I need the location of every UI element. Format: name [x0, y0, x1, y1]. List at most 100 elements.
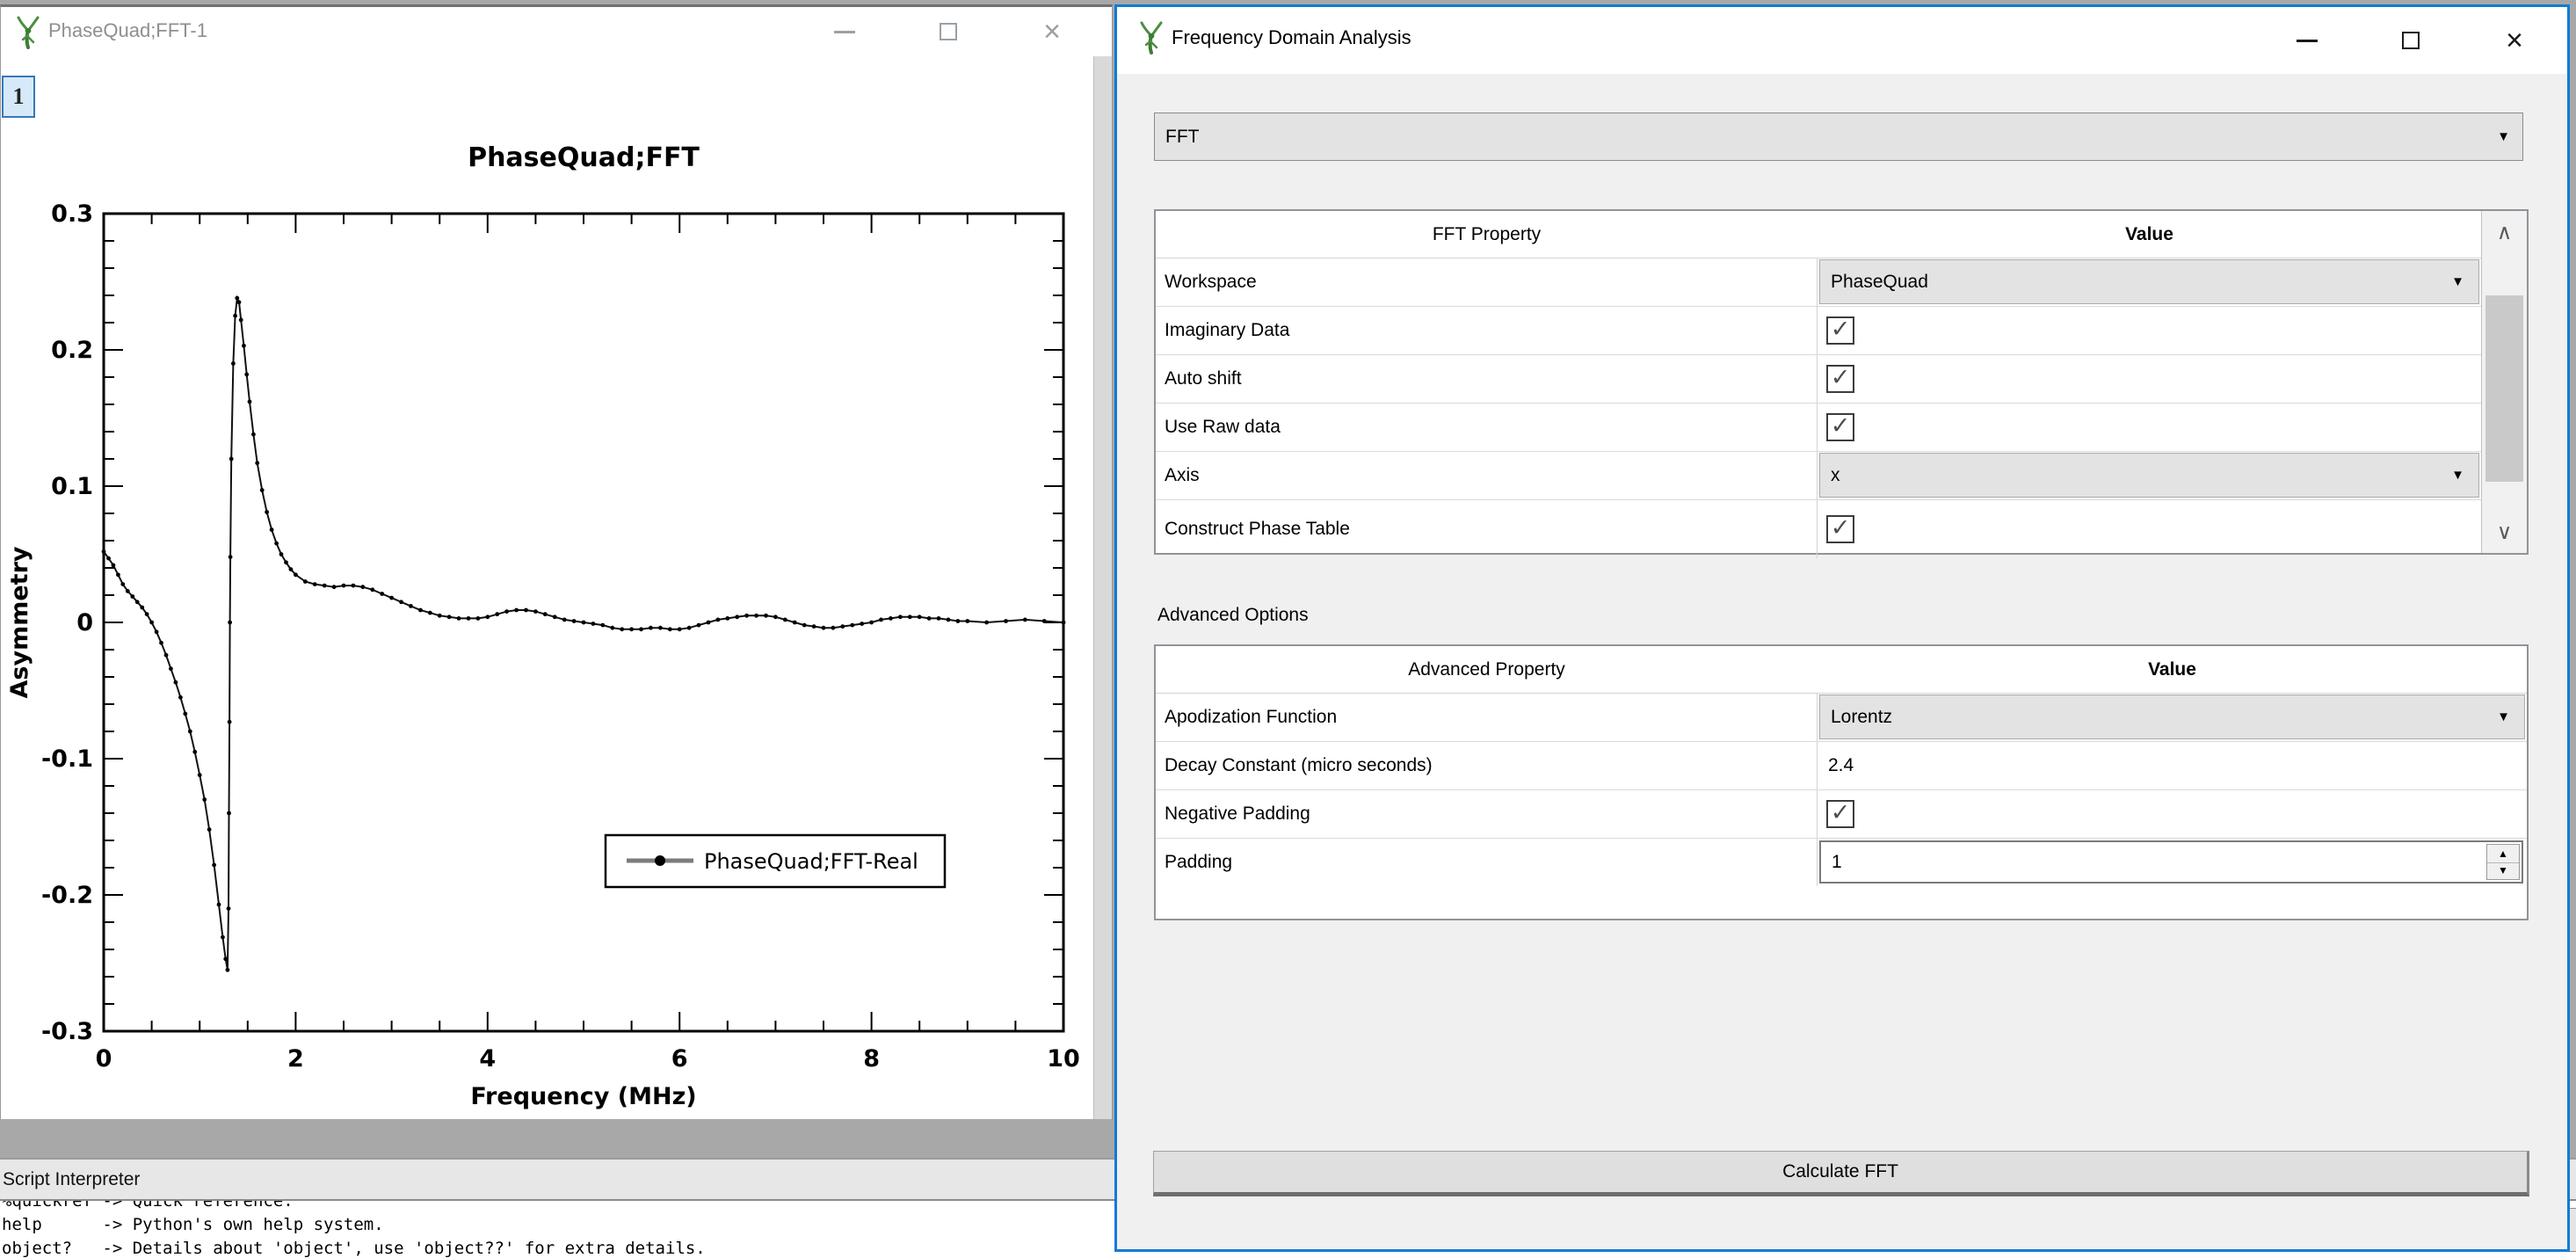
close-button[interactable]: × [1024, 7, 1080, 56]
check-icon: ✓ [1831, 516, 1851, 540]
svg-text:-0.1: -0.1 [41, 745, 93, 773]
transform-selector-dropdown[interactable]: FFT ▼ [1154, 113, 2523, 161]
value-header: Value [1818, 646, 2527, 693]
scroll-up-icon: ∧ [2497, 220, 2513, 245]
row-label: Axis [1165, 465, 1200, 486]
use-raw-data-checkbox[interactable]: ✓ [1826, 413, 1854, 441]
maximize-icon [2402, 32, 2420, 49]
svg-text:-0.3: -0.3 [41, 1018, 93, 1045]
mantid-app-icon [15, 16, 41, 49]
chevron-down-icon: ▼ [2497, 130, 2510, 143]
row-label: Apodization Function [1165, 707, 1337, 728]
svg-text:0.2: 0.2 [51, 337, 93, 364]
table-row-padding: Padding 1 ▲ ▼ [1156, 839, 2527, 886]
dialog-title: Frequency Domain Analysis [1172, 26, 1411, 49]
desktop: PhaseQuad;FFT-1 × 1 PhaseQuad;FFT 0 2 4 6 8 1… [0, 0, 2576, 1258]
dialog-titlebar[interactable]: Frequency Domain Analysis × [1117, 7, 2567, 74]
svg-text:4: 4 [479, 1045, 496, 1073]
minimize-button[interactable] [2279, 16, 2335, 65]
fft-property-header: FFT Property [1156, 211, 1818, 258]
table-header-row: Advanced Property Value [1156, 646, 2527, 694]
row-label: Construct Phase Table [1165, 519, 1350, 540]
scrollbar-thumb[interactable] [2485, 295, 2523, 482]
check-icon: ✓ [1831, 801, 1851, 825]
minimize-button[interactable] [816, 7, 873, 56]
check-icon: ✓ [1831, 366, 1851, 389]
close-icon: × [1043, 17, 1061, 47]
table-row-workspace: Workspace PhaseQuad ▼ [1156, 258, 2527, 307]
legend-marker-sample [655, 855, 665, 866]
transform-selector-value: FFT [1165, 127, 2497, 148]
imaginary-data-checkbox[interactable]: ✓ [1826, 316, 1854, 345]
row-label: Imaginary Data [1165, 320, 1289, 341]
maximize-icon [940, 23, 957, 40]
scroll-up-button[interactable]: ∧ [2482, 211, 2527, 253]
workspace-dropdown[interactable]: PhaseQuad ▼ [1819, 259, 2479, 304]
spin-up-icon: ▲ [2498, 847, 2508, 860]
scroll-down-icon: ∨ [2497, 520, 2513, 545]
minimize-icon [834, 31, 855, 33]
table-row-decay-constant: Decay Constant (micro seconds) 2.4 [1156, 742, 2527, 790]
advanced-options-label: Advanced Options [1157, 605, 1309, 626]
table-row-negative-padding: Negative Padding ✓ [1156, 790, 2527, 839]
value-header: Value [1818, 211, 2481, 258]
check-icon: ✓ [1831, 414, 1851, 438]
row-label: Padding [1165, 852, 1232, 873]
svg-text:0.1: 0.1 [51, 473, 93, 500]
y-axis-title: Asymmetry [6, 546, 33, 698]
scroll-down-button[interactable]: ∨ [2482, 511, 2527, 553]
row-label: Decay Constant (micro seconds) [1165, 755, 1433, 776]
workspace-value: PhaseQuad [1831, 272, 2451, 293]
table-row-construct-phase-table: Construct Phase Table ✓ [1156, 500, 2527, 558]
plot-legend: PhaseQuad;FFT-Real [606, 835, 945, 887]
svg-text:2: 2 [287, 1045, 304, 1073]
axis-dropdown[interactable]: x ▼ [1819, 453, 2479, 498]
negative-padding-checkbox[interactable]: ✓ [1826, 800, 1854, 828]
padding-spinbox[interactable]: 1 ▲ ▼ [1819, 840, 2523, 884]
fft-property-table: FFT Property Value Workspace PhaseQuad ▼… [1154, 209, 2529, 555]
svg-text:8: 8 [863, 1045, 880, 1073]
calculate-fft-button[interactable]: Calculate FFT [1153, 1151, 2529, 1196]
chevron-down-icon: ▼ [2451, 275, 2464, 288]
svg-text:0: 0 [96, 1045, 112, 1073]
svg-text:6: 6 [671, 1045, 688, 1073]
close-button[interactable]: × [2486, 16, 2543, 65]
auto-shift-checkbox[interactable]: ✓ [1826, 365, 1854, 393]
table-row-axis: Axis x ▼ [1156, 452, 2527, 500]
legend-label: PhaseQuad;FFT-Real [704, 849, 918, 874]
construct-phase-table-checkbox[interactable]: ✓ [1826, 515, 1854, 543]
advanced-property-header: Advanced Property [1156, 646, 1818, 693]
mantid-app-icon [1138, 21, 1165, 55]
table-row-auto-shift: Auto shift ✓ [1156, 355, 2527, 404]
close-icon: × [2506, 25, 2523, 55]
fft-table-scrollbar[interactable]: ∧ ∨ [2481, 211, 2527, 553]
spin-up-button[interactable]: ▲ [2487, 845, 2519, 863]
row-label: Workspace [1165, 272, 1257, 293]
table-header-row: FFT Property Value [1156, 211, 2527, 258]
x-axis-title: Frequency (MHz) [470, 1083, 696, 1110]
script-interpreter-title: Script Interpreter [3, 1169, 140, 1190]
plot-title: PhaseQuad;FFT [468, 142, 700, 173]
spin-down-icon: ▼ [2498, 864, 2508, 876]
plot-window-title: PhaseQuad;FFT-1 [48, 19, 207, 42]
frequency-domain-analysis-dialog: Frequency Domain Analysis × FFT ▼ FFT Pr… [1114, 4, 2570, 1252]
axis-value: x [1831, 465, 2451, 486]
fft-plot: PhaseQuad;FFT 0246810 -0.3-0.2-0.100.10.… [1, 56, 1094, 1122]
maximize-button[interactable] [2383, 16, 2439, 65]
apodization-function-dropdown[interactable]: Lorentz ▼ [1819, 694, 2525, 739]
svg-text:10: 10 [1047, 1045, 1080, 1073]
table-row-apodization-function: Apodization Function Lorentz ▼ [1156, 694, 2527, 742]
window-scrollbar[interactable] [1093, 56, 1112, 1119]
padding-value: 1 [1832, 842, 1842, 882]
spin-down-button[interactable]: ▼ [2487, 862, 2519, 880]
table-row-imaginary-data: Imaginary Data ✓ [1156, 307, 2527, 355]
decay-constant-value[interactable]: 2.4 [1828, 742, 1854, 789]
apodization-function-value: Lorentz [1831, 707, 2497, 728]
plot-window-titlebar[interactable]: PhaseQuad;FFT-1 × [1, 7, 1112, 56]
row-label: Auto shift [1165, 368, 1242, 389]
minimize-icon [2297, 40, 2318, 42]
advanced-property-table: Advanced Property Value Apodization Func… [1154, 644, 2529, 920]
background-window-edge [2570, 1208, 2576, 1252]
check-icon: ✓ [1831, 317, 1851, 341]
maximize-button[interactable] [920, 7, 976, 56]
